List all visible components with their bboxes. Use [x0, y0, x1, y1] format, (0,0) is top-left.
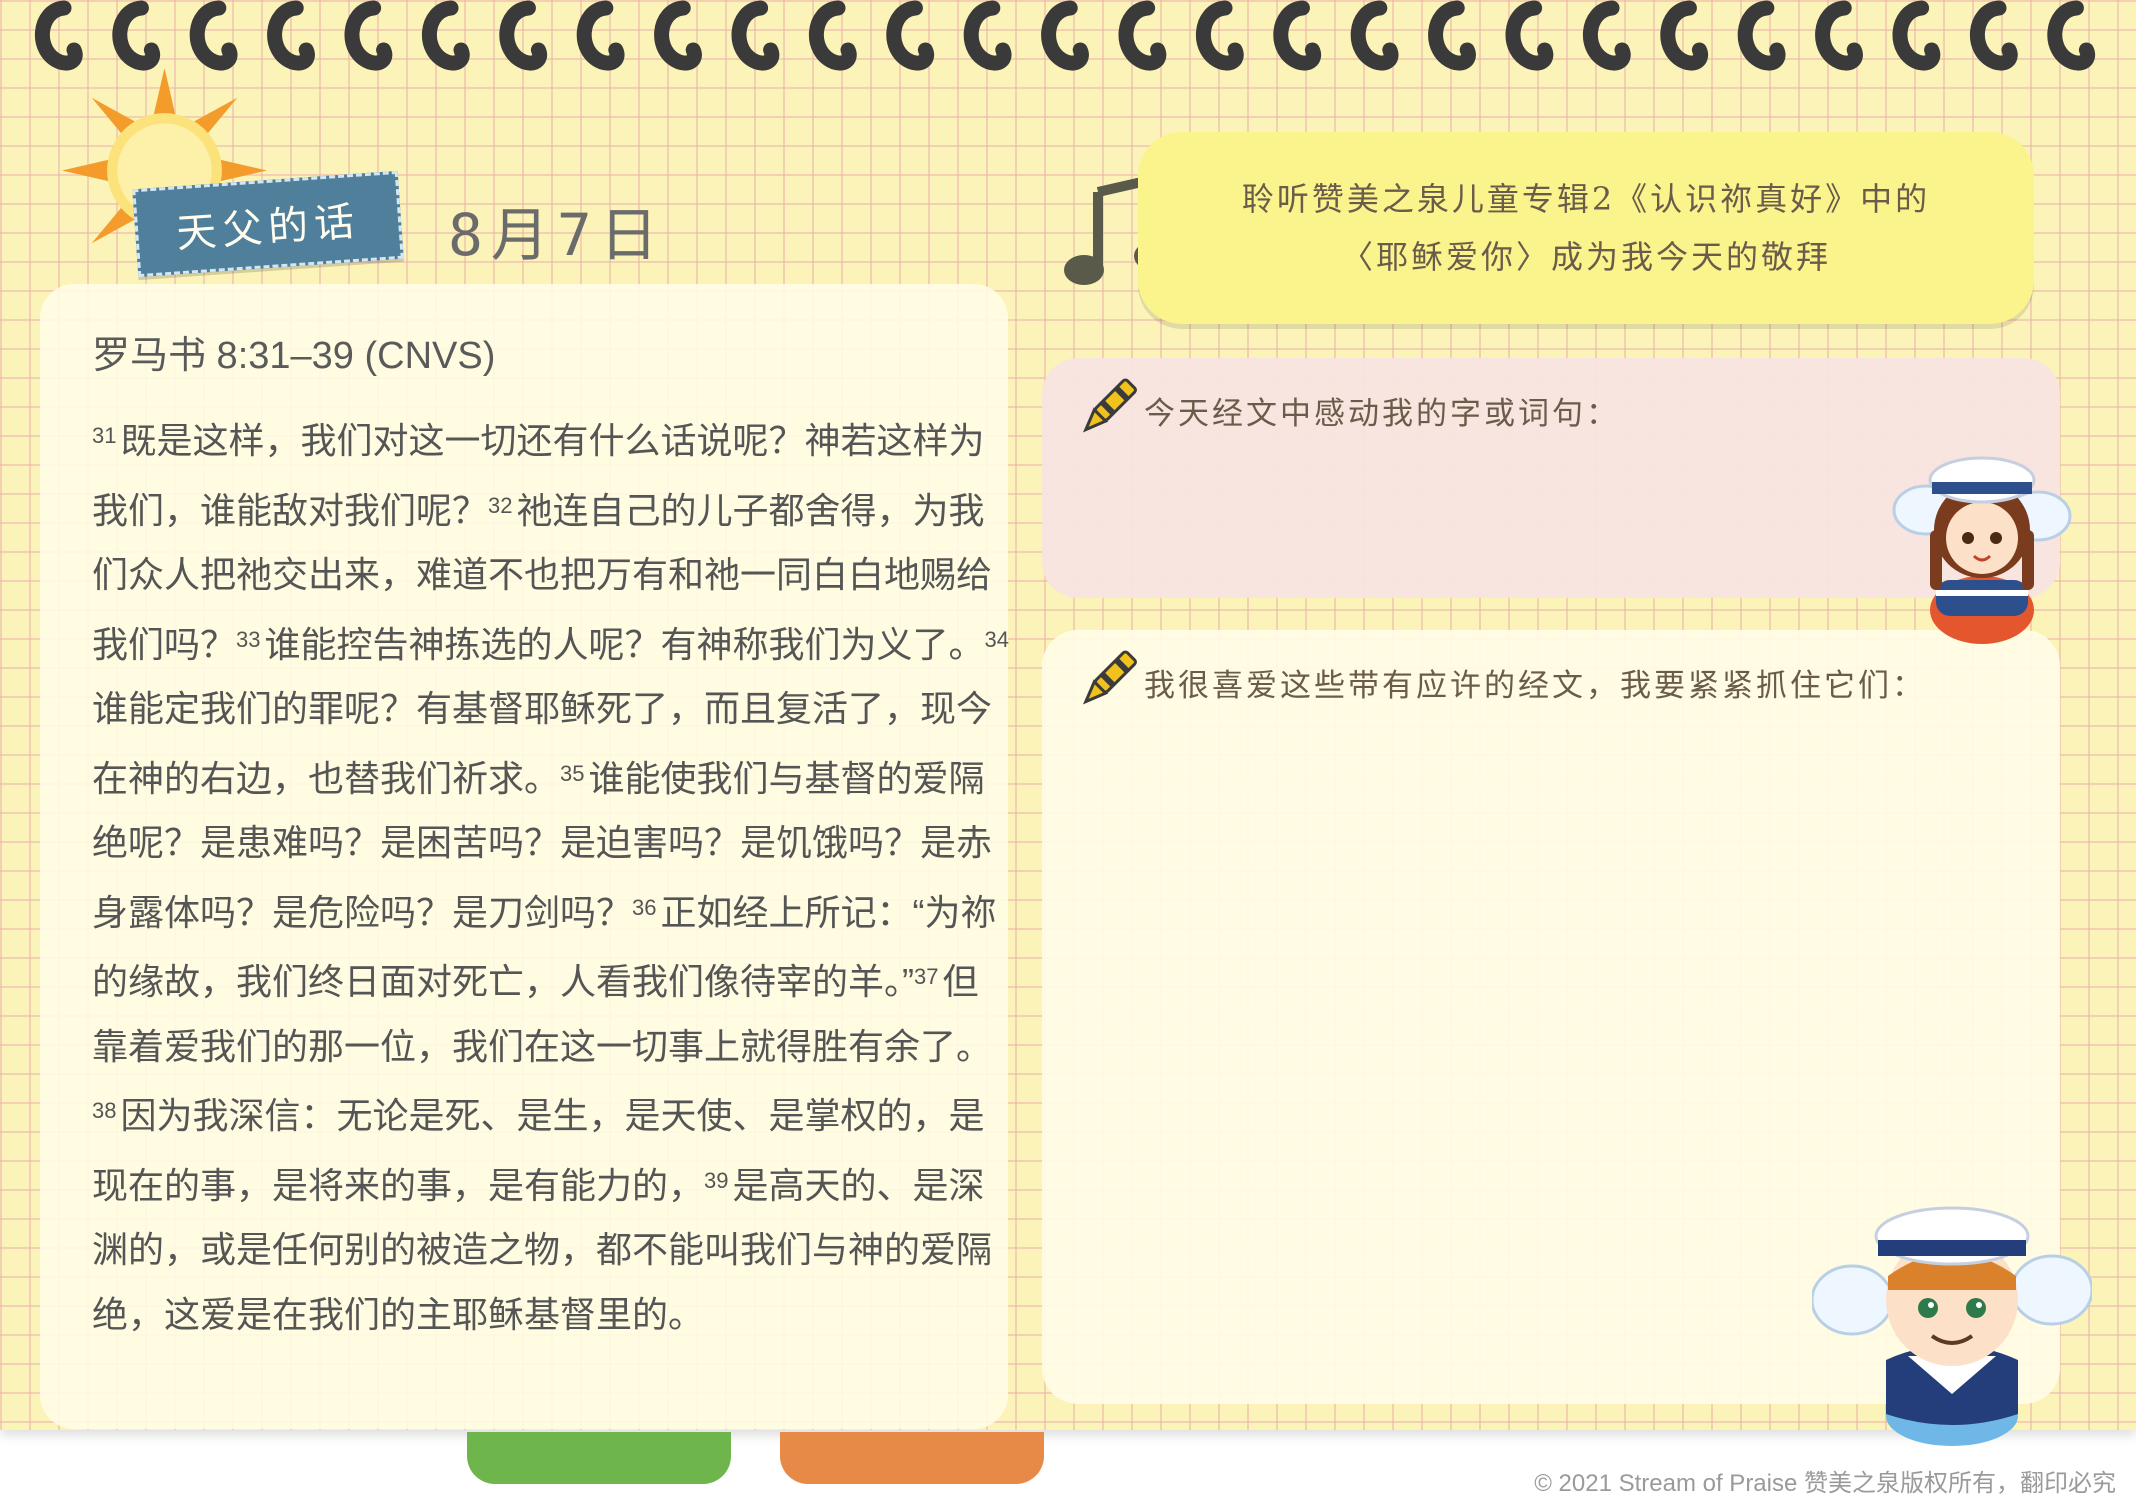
green-tab[interactable]: [467, 1432, 731, 1484]
spiral-ring: [963, 0, 1012, 71]
spiral-ring: [1815, 0, 1863, 71]
verse-number: 35: [560, 760, 585, 786]
touched-words-prompt: 今天经文中感动我的字或词句：: [1144, 396, 1620, 432]
spiral-ring: [1892, 0, 1941, 71]
spiral-ring: [112, 0, 161, 71]
spiral-ring: [809, 0, 857, 71]
verse-number: 36: [632, 894, 657, 920]
spiral-ring: [1041, 0, 1089, 71]
spiral-ring: [189, 0, 238, 71]
spiral-ring: [576, 0, 625, 71]
spiral-ring: [1273, 0, 1322, 71]
spiral-ring: [422, 0, 470, 71]
crayon-icon: [1082, 378, 1137, 433]
spiral-ring: [1350, 0, 1399, 71]
verse-number: 37: [914, 964, 939, 989]
spiral-ring: [1583, 0, 1631, 71]
worship-line-2: 〈耶稣爱你〉成为我今天的敬拜: [1340, 238, 1831, 276]
spiral-ring: [1118, 0, 1167, 71]
spiral-ring: [499, 0, 548, 71]
promise-verses-prompt: 我很喜爱这些带有应许的经文，我要紧紧抓住它们：: [1144, 668, 1926, 704]
notebook-page: 天父的话 8月7日 罗马书 8:31–39 (CNVS) 31 既是这样，我们对这…: [0, 0, 2136, 1446]
section-title-badge: 天父的话: [132, 170, 404, 278]
spiral-ring: [2047, 0, 2096, 71]
spiral-ring: [1196, 0, 1244, 71]
verse-number: 34: [984, 626, 1009, 652]
spiral-ring: [886, 0, 935, 71]
angel-boy-icon: [1812, 1206, 2092, 1446]
spiral-ring: [35, 0, 83, 71]
spiral-ring: [344, 0, 393, 71]
scripture-reference: 罗马书 8:31–39 (CNVS): [92, 335, 496, 377]
spiral-ring: [1970, 0, 2018, 71]
spiral-ring: [731, 0, 780, 71]
spiral-ring: [1505, 0, 1554, 71]
orange-tab[interactable]: [780, 1432, 1044, 1484]
worship-line-1: 聆听赞美之泉儿童专辑2《认识祢真好》中的: [1241, 180, 1931, 218]
crayon-icon: [1082, 650, 1137, 705]
spiral-ring: [1737, 0, 1786, 71]
copyright-notice: © 2021 Stream of Praise 赞美之泉版权所有，翻印必究: [1534, 1470, 2116, 1497]
spiral-ring: [1428, 0, 1476, 71]
verse-number: 39: [704, 1167, 729, 1193]
scripture-text: 31 既是这样，我们对这一切还有什么话说呢？神若这样为我们，谁能敌对我们呢？32 祂…: [92, 404, 1014, 1347]
verse-number: 33: [236, 626, 261, 652]
angel-girl-icon: [1892, 456, 2072, 644]
spiral-binding: [35, 0, 2096, 71]
spiral-ring: [654, 0, 702, 71]
spiral-ring: [1660, 0, 1709, 71]
scripture-card: 罗马书 8:31–39 (CNVS) 31 既是这样，我们对这一切还有什么话说呢？…: [40, 284, 1009, 1429]
verse-number: 38: [92, 1098, 117, 1123]
spiral-ring: [267, 0, 315, 71]
verse-number: 31: [92, 423, 117, 448]
verse-text: 谁能控告神拣选的人呢？有神称我们为义了。: [264, 623, 985, 665]
page-date: 8月7日: [448, 201, 666, 269]
worship-song-card: 聆听赞美之泉儿童专辑2《认识祢真好》中的 〈耶稣爱你〉成为我今天的敬拜: [1138, 132, 2034, 324]
verse-number: 32: [488, 492, 513, 518]
